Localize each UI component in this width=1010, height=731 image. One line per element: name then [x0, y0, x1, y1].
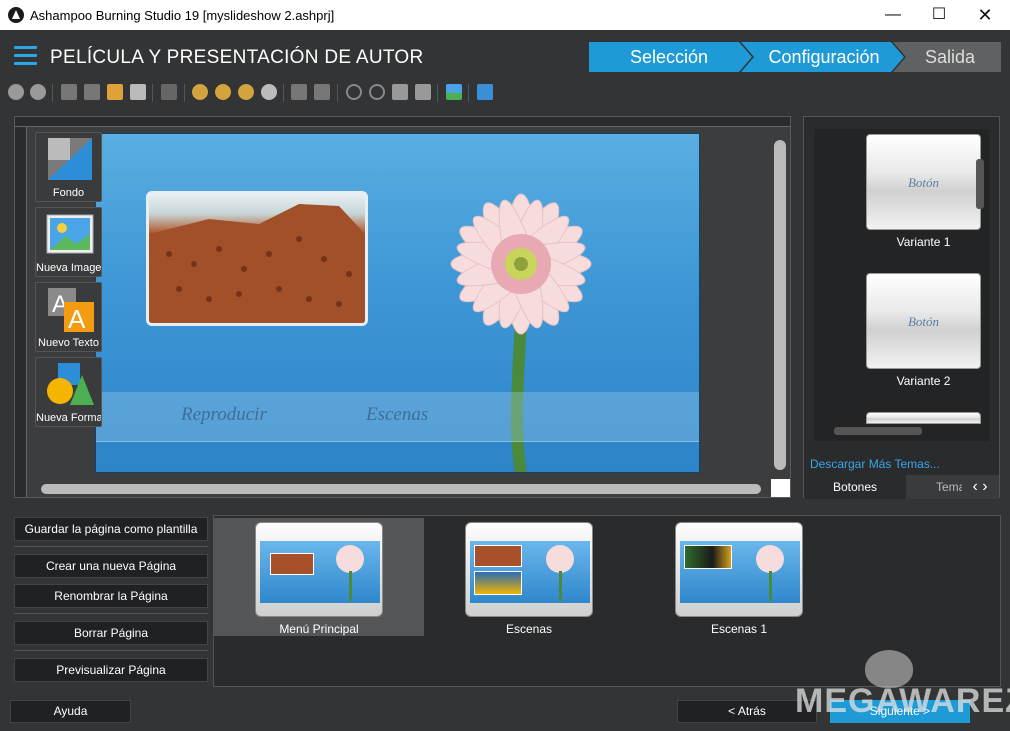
page-label-main-menu: Menú Principal: [279, 622, 359, 636]
create-page-button[interactable]: Crear una nueva Página: [14, 554, 208, 578]
canvas-vertical-scrollbar[interactable]: [773, 137, 787, 473]
canvas-area: Reproducir Escenas Fondo Nueva Imagen A …: [14, 116, 791, 498]
page-actions: Guardar la página como plantilla Crear u…: [12, 515, 208, 685]
slide-canvas[interactable]: Reproducir Escenas: [95, 133, 700, 473]
tool-new-text[interactable]: A A Nuevo Texto: [35, 282, 102, 352]
variant-1-label: Variante 1: [896, 235, 951, 249]
delete-icon[interactable]: [84, 84, 100, 100]
ruler-vertical: [15, 127, 27, 497]
app-logo-icon: [8, 7, 24, 23]
title-bar: Ashampoo Burning Studio 19 [myslideshow …: [0, 0, 1010, 30]
flip-v-icon[interactable]: [415, 84, 431, 100]
svg-text:A: A: [68, 304, 86, 332]
scroll-corner: [771, 479, 790, 497]
image-icon: [46, 214, 94, 254]
play-button[interactable]: Reproducir: [181, 404, 267, 426]
tool-new-shape-label: Nueva Forma: [36, 412, 101, 424]
variants-list: Botón Variante 1 Botón Variante 2: [814, 129, 989, 441]
flip-h-icon[interactable]: [392, 84, 408, 100]
help-button[interactable]: Ayuda: [10, 700, 131, 723]
page-label-scenes: Escenas: [505, 622, 553, 636]
tool-new-image-label: Nueva Imagen: [36, 262, 101, 274]
download-more-themes-link[interactable]: Descargar Más Temas...: [810, 457, 940, 471]
zoom-in-icon[interactable]: [215, 84, 231, 100]
hamburger-menu-icon[interactable]: [14, 46, 37, 65]
zoom-fit-icon[interactable]: [192, 84, 208, 100]
preview-page-button[interactable]: Previsualizar Página: [14, 658, 208, 682]
tool-new-image[interactable]: Nueva Imagen: [35, 207, 102, 277]
page-title: PELÍCULA Y PRESENTACIÓN DE AUTOR: [50, 47, 424, 68]
zoom-out-icon[interactable]: [238, 84, 254, 100]
starfish-image[interactable]: [146, 191, 368, 326]
shape-icon: [47, 363, 94, 405]
forward-icon[interactable]: [30, 84, 46, 100]
step-seleccion[interactable]: Selección: [589, 43, 749, 71]
maximize-icon[interactable]: ☐: [916, 0, 962, 30]
variants-horizontal-scrollbar[interactable]: [818, 425, 968, 437]
background-icon: [48, 138, 92, 180]
copy-icon[interactable]: [130, 84, 146, 100]
rotate-left-icon[interactable]: [346, 84, 362, 100]
tool-background-label: Fondo: [52, 187, 85, 199]
save-as-template-button[interactable]: Guardar la página como plantilla: [14, 517, 208, 541]
variant-1-thumbnail[interactable]: Botón: [866, 134, 981, 230]
variants-vertical-scrollbar[interactable]: [974, 135, 986, 425]
page-thumbnail-main-menu[interactable]: [255, 522, 383, 617]
tab-buttons[interactable]: Botones: [804, 475, 906, 499]
tool-new-shape[interactable]: Nueva Forma: [35, 357, 102, 427]
page-thumbnail-scenes[interactable]: [465, 522, 593, 617]
tab-scroll-arrows-icon[interactable]: ‹ ›: [962, 477, 998, 497]
close-icon[interactable]: ✕: [962, 0, 1008, 30]
zoom-reset-icon[interactable]: [261, 84, 277, 100]
page-label-scenes-1: Escenas 1: [710, 622, 768, 636]
paste-icon[interactable]: [107, 84, 123, 100]
variant-3-thumbnail[interactable]: [866, 412, 981, 424]
page-thumbnail-scenes-1[interactable]: [675, 522, 803, 617]
variant-2-label: Variante 2: [896, 374, 951, 388]
header: PELÍCULA Y PRESENTACIÓN DE AUTOR Selecci…: [0, 30, 1010, 80]
bring-front-icon[interactable]: [291, 84, 307, 100]
delete-page-button[interactable]: Borrar Página: [14, 621, 208, 645]
tool-background[interactable]: Fondo: [35, 132, 102, 202]
tool-new-text-label: Nuevo Texto: [38, 337, 99, 349]
themes-panel: Botón Variante 1 Botón Variante 2 Descar…: [803, 116, 1000, 499]
ruler-horizontal: [15, 117, 790, 127]
back-icon[interactable]: [8, 84, 24, 100]
layers-icon[interactable]: [477, 84, 493, 100]
remove-icon[interactable]: [161, 84, 177, 100]
variant-2-button-text: Botón: [907, 314, 940, 329]
text-icon: A A: [48, 288, 94, 332]
step-salida[interactable]: Salida: [900, 43, 1000, 71]
window-title: Ashampoo Burning Studio 19 [myslideshow …: [30, 8, 335, 23]
rename-page-button[interactable]: Renombrar la Página: [14, 584, 208, 608]
send-back-icon[interactable]: [314, 84, 330, 100]
variant-1-button-text: Botón: [907, 175, 940, 190]
rotate-right-icon[interactable]: [369, 84, 385, 100]
canvas-horizontal-scrollbar[interactable]: [33, 482, 769, 494]
cut-icon[interactable]: [61, 84, 77, 100]
step-configuracion[interactable]: Configuración: [748, 43, 900, 71]
variant-2-thumbnail[interactable]: Botón: [866, 273, 981, 369]
scenes-button[interactable]: Escenas: [366, 404, 428, 426]
watermark-text: MEGAWAREZ: [795, 682, 1010, 720]
minimize-icon[interactable]: —: [870, 0, 916, 30]
insert-image-icon[interactable]: [446, 84, 462, 100]
toolbar: [0, 80, 1010, 106]
